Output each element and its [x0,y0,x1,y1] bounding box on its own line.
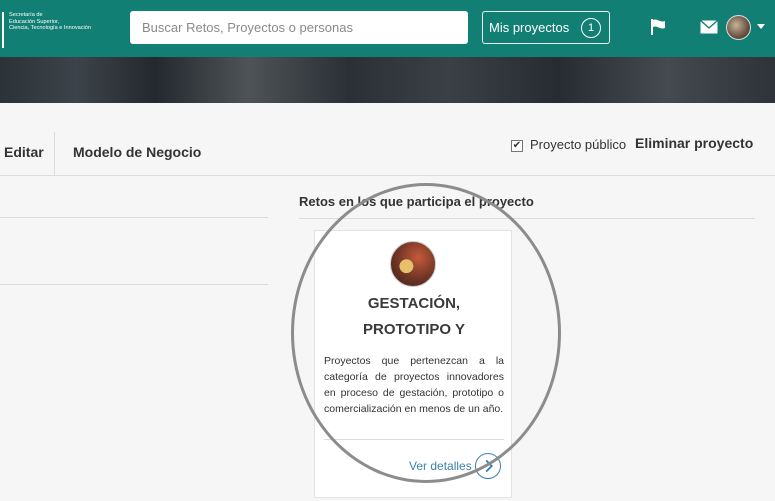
delete-project-button[interactable]: Eliminar proyecto [635,135,753,151]
top-navbar: Secretaría de Educación Superior, Cienci… [0,0,775,57]
section-divider [299,218,755,219]
logo-line-2: Educación Superior, [9,18,60,25]
mis-proyectos-label: Mis proyectos [489,20,570,35]
search-input[interactable] [130,11,468,44]
user-avatar[interactable] [726,15,751,40]
public-project-checkbox[interactable]: ✔ [511,140,523,152]
logo-line-1: Secretaría de [9,12,43,18]
flag-icon[interactable] [648,17,668,37]
tab-divider [54,132,55,176]
challenge-title-line-2: PROTOTIPO Y [363,321,465,338]
ver-detalles-link[interactable]: Ver detalles [409,459,472,473]
challenge-avatar [390,241,436,287]
challenges-section-title: Retos en los que participa el proyecto [299,194,534,209]
mail-icon[interactable] [700,20,718,34]
mis-proyectos-button[interactable]: Mis proyectos 1 [482,11,610,44]
challenge-description: Proyectos que pertenezcan a la categoría… [324,355,504,415]
left-panel-divider [0,217,268,218]
challenge-card[interactable]: GESTACIÓN, PROTOTIPO Y Proyectos que per… [314,230,512,498]
tab-editar[interactable]: Editar [4,144,44,160]
logo[interactable]: Secretaría de Educación Superior, Cienci… [2,12,126,48]
chevron-right-icon[interactable] [475,453,501,479]
challenge-title: GESTACIÓN, PROTOTIPO Y [315,291,513,343]
logo-line-3: Ciencia, Tecnología e Innovación [9,25,91,32]
mis-proyectos-count-badge: 1 [581,18,601,38]
card-divider [324,439,504,440]
left-panel-divider [0,284,268,285]
challenge-title-line-1: GESTACIÓN, [367,295,461,312]
public-project-label: Proyecto público [530,137,627,152]
chevron-down-icon[interactable] [757,24,765,29]
tab-modelo-de-negocio[interactable]: Modelo de Negocio [73,144,201,160]
project-banner-image [0,57,775,103]
